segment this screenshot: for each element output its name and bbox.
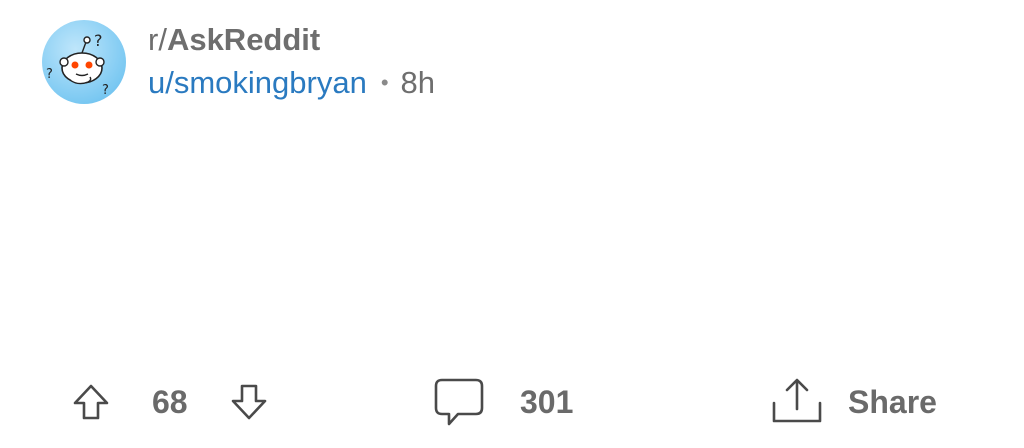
- subreddit-avatar[interactable]: ? ? ?: [42, 20, 126, 104]
- subreddit-name[interactable]: r/AskReddit: [148, 22, 320, 58]
- post-action-bar: 68 301 Share: [0, 372, 1024, 432]
- arrow-down-icon: [231, 384, 266, 420]
- post-meta: u/smokingbryan • 8h: [148, 64, 435, 102]
- share-button[interactable]: Share: [770, 372, 937, 432]
- svg-text:?: ?: [46, 67, 53, 82]
- meta-separator: •: [380, 70, 389, 95]
- speech-bubble-icon: [434, 378, 484, 426]
- subreddit-title: AskReddit: [166, 22, 321, 57]
- share-upload-icon: [772, 378, 822, 423]
- post-age: 8h: [400, 65, 436, 100]
- vote-count: 68: [152, 383, 188, 420]
- confused-snoo-icon: ? ? ?: [46, 31, 109, 98]
- comment-count: 301: [520, 383, 574, 420]
- comments-button[interactable]: 301: [432, 372, 573, 432]
- arrow-up-icon: [73, 384, 109, 420]
- svg-text:?: ?: [94, 31, 103, 50]
- upvote-button[interactable]: [70, 381, 112, 423]
- share-label: Share: [848, 383, 937, 420]
- vote-controls: 68: [70, 372, 270, 432]
- author-link[interactable]: u/smokingbryan: [148, 64, 367, 102]
- downvote-button[interactable]: [228, 381, 270, 423]
- subreddit-prefix: r/: [148, 22, 167, 57]
- post-card: ? ? ? r/AskReddit u/smokingbryan • 8h 68: [0, 0, 1024, 448]
- svg-text:?: ?: [102, 83, 109, 98]
